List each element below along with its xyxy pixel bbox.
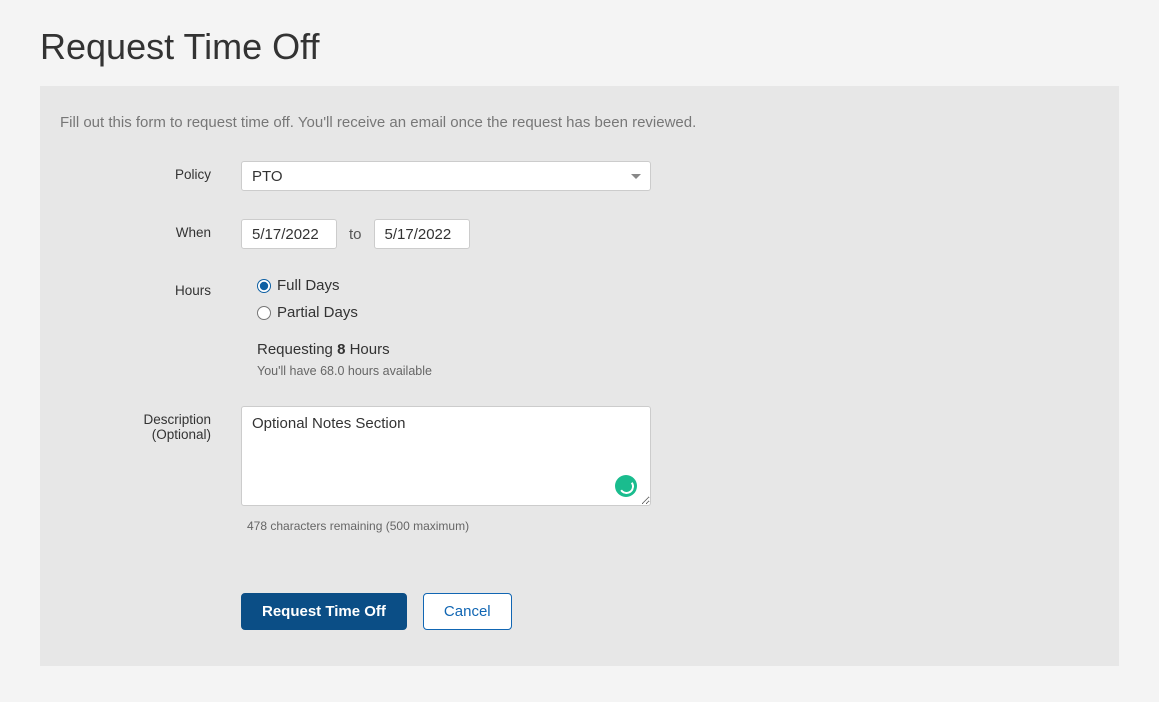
policy-selected-value: PTO — [252, 168, 283, 185]
form-panel: Fill out this form to request time off. … — [40, 86, 1119, 666]
grammar-check-icon[interactable] — [615, 475, 637, 497]
requesting-text: Requesting 8 Hours — [241, 341, 1099, 358]
cancel-button[interactable]: Cancel — [423, 593, 512, 630]
hours-row: Hours Full Days Partial Days Requesting … — [60, 277, 1099, 378]
to-label: to — [349, 226, 362, 243]
available-text: You'll have 68.0 hours available — [241, 364, 1099, 378]
description-label: Description (Optional) — [60, 406, 241, 442]
radio-full-days[interactable]: Full Days — [257, 277, 1099, 294]
date-from-input[interactable] — [241, 219, 337, 249]
radio-partial-days[interactable]: Partial Days — [257, 304, 1099, 321]
action-buttons: Request Time Off Cancel — [241, 593, 1099, 630]
radio-full-days-input[interactable] — [257, 279, 271, 293]
when-label: When — [60, 219, 241, 240]
radio-partial-days-input[interactable] — [257, 306, 271, 320]
page-title: Request Time Off — [40, 26, 1119, 68]
policy-row: Policy PTO — [60, 161, 1099, 191]
policy-select[interactable]: PTO — [241, 161, 651, 191]
when-row: When to — [60, 219, 1099, 249]
radio-partial-days-label: Partial Days — [277, 304, 358, 321]
description-textarea[interactable] — [241, 406, 651, 506]
char-remaining-text: 478 characters remaining (500 maximum) — [241, 519, 1099, 533]
description-row: Description (Optional) 478 characters re… — [60, 406, 1099, 533]
policy-label: Policy — [60, 161, 241, 182]
instructions-text: Fill out this form to request time off. … — [60, 114, 1099, 131]
radio-full-days-label: Full Days — [277, 277, 340, 294]
hours-label: Hours — [60, 277, 241, 298]
submit-button[interactable]: Request Time Off — [241, 593, 407, 630]
date-to-input[interactable] — [374, 219, 470, 249]
